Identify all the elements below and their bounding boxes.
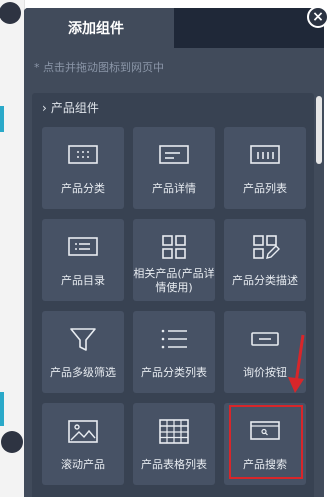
component-category-list[interactable]: 产品分类列表 — [133, 311, 215, 393]
tab-add-component[interactable]: 添加组件 — [24, 8, 174, 48]
resize-handle[interactable] — [0, 2, 21, 24]
component-multi-level-filter[interactable]: 产品多级筛选 — [42, 311, 124, 393]
component-product-list[interactable]: 产品列表 — [224, 127, 306, 209]
component-product-catalog[interactable]: 产品目录 — [42, 219, 124, 301]
component-category-description[interactable]: 产品分类描述 — [224, 219, 306, 301]
tile-label: 产品表格列表 — [141, 458, 207, 471]
tile-label: 产品详情 — [152, 182, 196, 195]
component-related-products[interactable]: 相关产品(产品详情使用) — [133, 219, 215, 301]
panel-header: 添加组件 — [24, 8, 324, 48]
tile-label: 产品分类 — [61, 182, 105, 195]
accent-marker — [0, 106, 4, 132]
tile-label: 产品列表 — [243, 182, 287, 195]
tile-label: 产品多级筛选 — [50, 366, 116, 379]
inquiry-button-icon — [251, 332, 279, 346]
close-icon[interactable]: × — [307, 6, 329, 28]
tile-label: 产品目录 — [61, 274, 105, 287]
product-catalog-icon — [68, 237, 98, 256]
resize-handle[interactable] — [1, 431, 23, 453]
tile-label: 产品分类描述 — [232, 274, 298, 287]
category-description-icon — [253, 235, 280, 259]
product-table-icon — [159, 419, 189, 444]
category-list-icon — [161, 329, 187, 349]
related-products-icon — [162, 235, 186, 259]
component-scrolling-products[interactable]: 滚动产品 — [42, 403, 124, 485]
section-header[interactable]: › 产品组件 — [42, 99, 99, 116]
product-list-icon — [250, 145, 280, 164]
annotation-arrow-icon — [288, 334, 305, 393]
scrollbar-thumb[interactable] — [316, 96, 322, 164]
tile-label: 产品分类列表 — [141, 366, 207, 379]
component-product-category[interactable]: 产品分类 — [42, 127, 124, 209]
component-product-detail[interactable]: 产品详情 — [133, 127, 215, 209]
search-tile-highlight — [229, 405, 303, 479]
tile-label: 相关产品(产品详情使用) — [133, 267, 215, 294]
tile-label: 滚动产品 — [61, 458, 105, 471]
product-detail-icon — [159, 145, 189, 164]
accent-marker — [0, 392, 4, 426]
section-title: 产品组件 — [50, 101, 99, 115]
chevron-right-icon: › — [42, 101, 47, 115]
filter-icon — [70, 328, 96, 351]
product-category-icon — [68, 145, 98, 164]
component-product-table-list[interactable]: 产品表格列表 — [133, 403, 215, 485]
drag-hint: * 点击并拖动图标到网页中 — [34, 61, 164, 74]
scrolling-products-icon — [68, 420, 98, 443]
